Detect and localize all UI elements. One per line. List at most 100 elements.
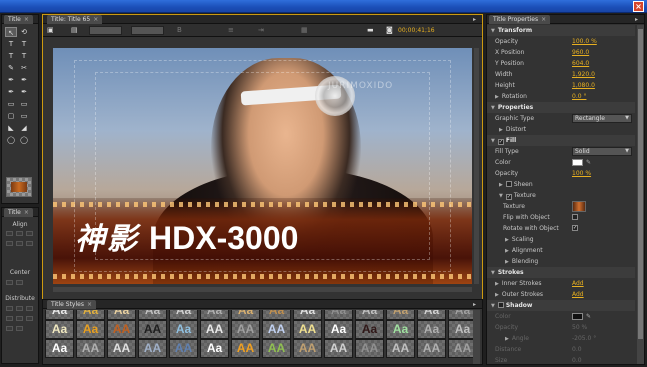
collapse-triangle-icon[interactable]: ▼ [491, 138, 495, 144]
rotate-tool-icon[interactable]: ⟲ [18, 27, 30, 37]
style-swatch[interactable]: Aa [169, 310, 198, 320]
line-tool-icon[interactable]: ◯ [18, 135, 30, 145]
style-swatch[interactable]: Aa [200, 339, 229, 358]
property-value[interactable]: 0.0 [572, 355, 582, 366]
add-anchor-tool-icon[interactable]: ✒ [5, 87, 17, 97]
expand-triangle-icon[interactable]: ▶ [505, 259, 509, 265]
styles-vertical-scrollbar[interactable] [473, 310, 480, 364]
style-swatch[interactable]: Aa [76, 320, 105, 339]
expand-triangle-icon[interactable]: ▶ [495, 281, 499, 287]
property-distance[interactable]: Distance 0.0 [487, 344, 635, 355]
delete-anchor-tool-icon[interactable]: ✒ [18, 75, 30, 85]
area-type-tool-icon[interactable]: T [5, 51, 17, 61]
align-hcenter-icon[interactable] [16, 231, 23, 236]
collapse-triangle-icon[interactable]: ▼ [491, 270, 495, 276]
distribute-center-icon[interactable] [16, 306, 23, 311]
window-close-button[interactable]: × [633, 1, 644, 12]
new-title-icon[interactable]: ▣ [47, 26, 54, 35]
rounded-rect-tool-icon[interactable]: ▭ [18, 111, 30, 121]
property-value[interactable]: 100 % [572, 168, 591, 179]
style-swatch[interactable]: Aa [324, 320, 353, 339]
tab-title-styles[interactable]: Title Styles × [47, 300, 96, 309]
property-color[interactable]: Color ✎ [487, 157, 635, 168]
texture-thumbnail[interactable] [572, 201, 586, 212]
section-shadow[interactable]: ▼ Shadow [487, 300, 635, 311]
style-swatch[interactable]: AA [262, 320, 291, 339]
distribute-vspace-icon[interactable] [16, 326, 23, 331]
eyedropper-icon[interactable]: ✎ [586, 157, 591, 168]
timecode-display[interactable]: 00;00;41;16 [398, 26, 435, 35]
style-swatch[interactable]: AA [169, 339, 198, 358]
panel-menu-icon[interactable]: ▸ [473, 301, 480, 308]
property-value[interactable]: 0.0 ° [572, 91, 586, 102]
path-type-tool-icon[interactable]: ✎ [5, 63, 17, 73]
style-swatch[interactable]: Aa [45, 320, 74, 339]
style-swatch[interactable]: AA [231, 339, 260, 358]
close-icon[interactable]: × [24, 209, 29, 216]
align-right-icon[interactable] [26, 231, 33, 236]
property-inner-strokes[interactable]: ▶ Inner Strokes Add [487, 278, 635, 289]
rectangle-tool-icon[interactable]: ▭ [5, 99, 17, 109]
distribute-buttons-row-3[interactable] [6, 326, 36, 332]
rounded-corner-rect-tool-icon[interactable]: ▢ [5, 111, 17, 121]
vertical-type-tool-icon[interactable]: T [18, 39, 30, 49]
checkbox[interactable] [497, 302, 504, 308]
collapse-triangle-icon[interactable]: ▼ [491, 28, 495, 34]
style-swatch[interactable]: Aa [417, 320, 446, 339]
style-swatch[interactable]: Aa [231, 310, 260, 320]
templates-icon[interactable]: ▦ [301, 26, 308, 35]
property-graphic-type[interactable]: Graphic Type Rectangle ▼ [487, 113, 635, 124]
tab-stops-icon[interactable]: ⇥ [258, 26, 264, 35]
style-swatch[interactable]: Aa [107, 310, 136, 320]
section-transform[interactable]: ▼ Transform [487, 25, 635, 36]
title-canvas[interactable]: JURIMOXIDO 神影 HDX-3000 [53, 48, 472, 284]
text-align-icon[interactable]: ≡ [228, 26, 234, 35]
type-tool-icon[interactable]: T [5, 39, 17, 49]
title-text-object[interactable]: 神影 HDX-3000 [75, 214, 298, 258]
property-color[interactable]: Color ✎ [487, 311, 635, 322]
property-value[interactable]: 960.0 [572, 47, 589, 58]
property-y-position[interactable]: Y Position 604.0 [487, 58, 635, 69]
align-top-icon[interactable] [6, 241, 13, 246]
property-size[interactable]: Size 0.0 [487, 355, 635, 366]
close-icon[interactable]: × [93, 16, 98, 23]
panel-menu-icon[interactable]: ▸ [635, 16, 642, 23]
property-value[interactable]: 100.0 % [572, 36, 597, 47]
style-swatch[interactable]: Aa [45, 310, 74, 320]
style-swatch[interactable]: AA [231, 320, 260, 339]
expand-triangle-icon[interactable]: ▼ [499, 193, 503, 199]
property-rotate-with-object[interactable]: Rotate with Object ✓ [487, 223, 635, 234]
style-swatch[interactable]: AA [293, 320, 322, 339]
property-distort[interactable]: ▶ Distort [487, 124, 635, 135]
color-swatch[interactable] [572, 159, 583, 166]
tab-title-tools[interactable]: Title × [4, 15, 33, 24]
property-width[interactable]: Width 1,920.0 [487, 69, 635, 80]
distribute-middle-icon[interactable] [16, 316, 23, 321]
expand-triangle-icon[interactable]: ▶ [495, 292, 499, 298]
tab-title-properties[interactable]: Title Properties × [489, 15, 551, 24]
expand-triangle-icon[interactable]: ▶ [505, 237, 509, 243]
selection-tool-icon[interactable]: ↖ [5, 27, 17, 37]
distribute-left-icon[interactable] [6, 306, 13, 311]
property-x-position[interactable]: X Position 960.0 [487, 47, 635, 58]
distribute-buttons-row-2[interactable] [6, 316, 36, 322]
align-vcenter-icon[interactable] [16, 241, 23, 246]
section-strokes[interactable]: ▼ Strokes [487, 267, 635, 278]
close-icon[interactable]: × [24, 16, 29, 23]
property-opacity[interactable]: Opacity 100 % [487, 168, 635, 179]
style-swatch[interactable]: AA [138, 320, 167, 339]
center-vertical-icon[interactable] [16, 280, 23, 285]
ellipse-tool-icon[interactable]: ◯ [5, 135, 17, 145]
property-value[interactable]: -205.0 ° [572, 333, 596, 344]
bold-icon[interactable]: B [177, 26, 182, 35]
property-texture[interactable]: ▼ ✓ Texture [487, 190, 635, 201]
vertical-path-type-tool-icon[interactable]: ✂ [18, 63, 30, 73]
section-fill[interactable]: ▼ ✓ Fill [487, 135, 635, 146]
property-value[interactable]: 0.0 [572, 344, 582, 355]
style-swatch[interactable]: AA [386, 339, 415, 358]
close-icon[interactable]: × [87, 301, 92, 308]
property-sheen[interactable]: ▶ Sheen [487, 179, 635, 190]
style-swatch[interactable]: AA [417, 339, 446, 358]
color-swatch[interactable] [572, 313, 583, 320]
property-outer-strokes[interactable]: ▶ Outer Strokes Add [487, 289, 635, 300]
